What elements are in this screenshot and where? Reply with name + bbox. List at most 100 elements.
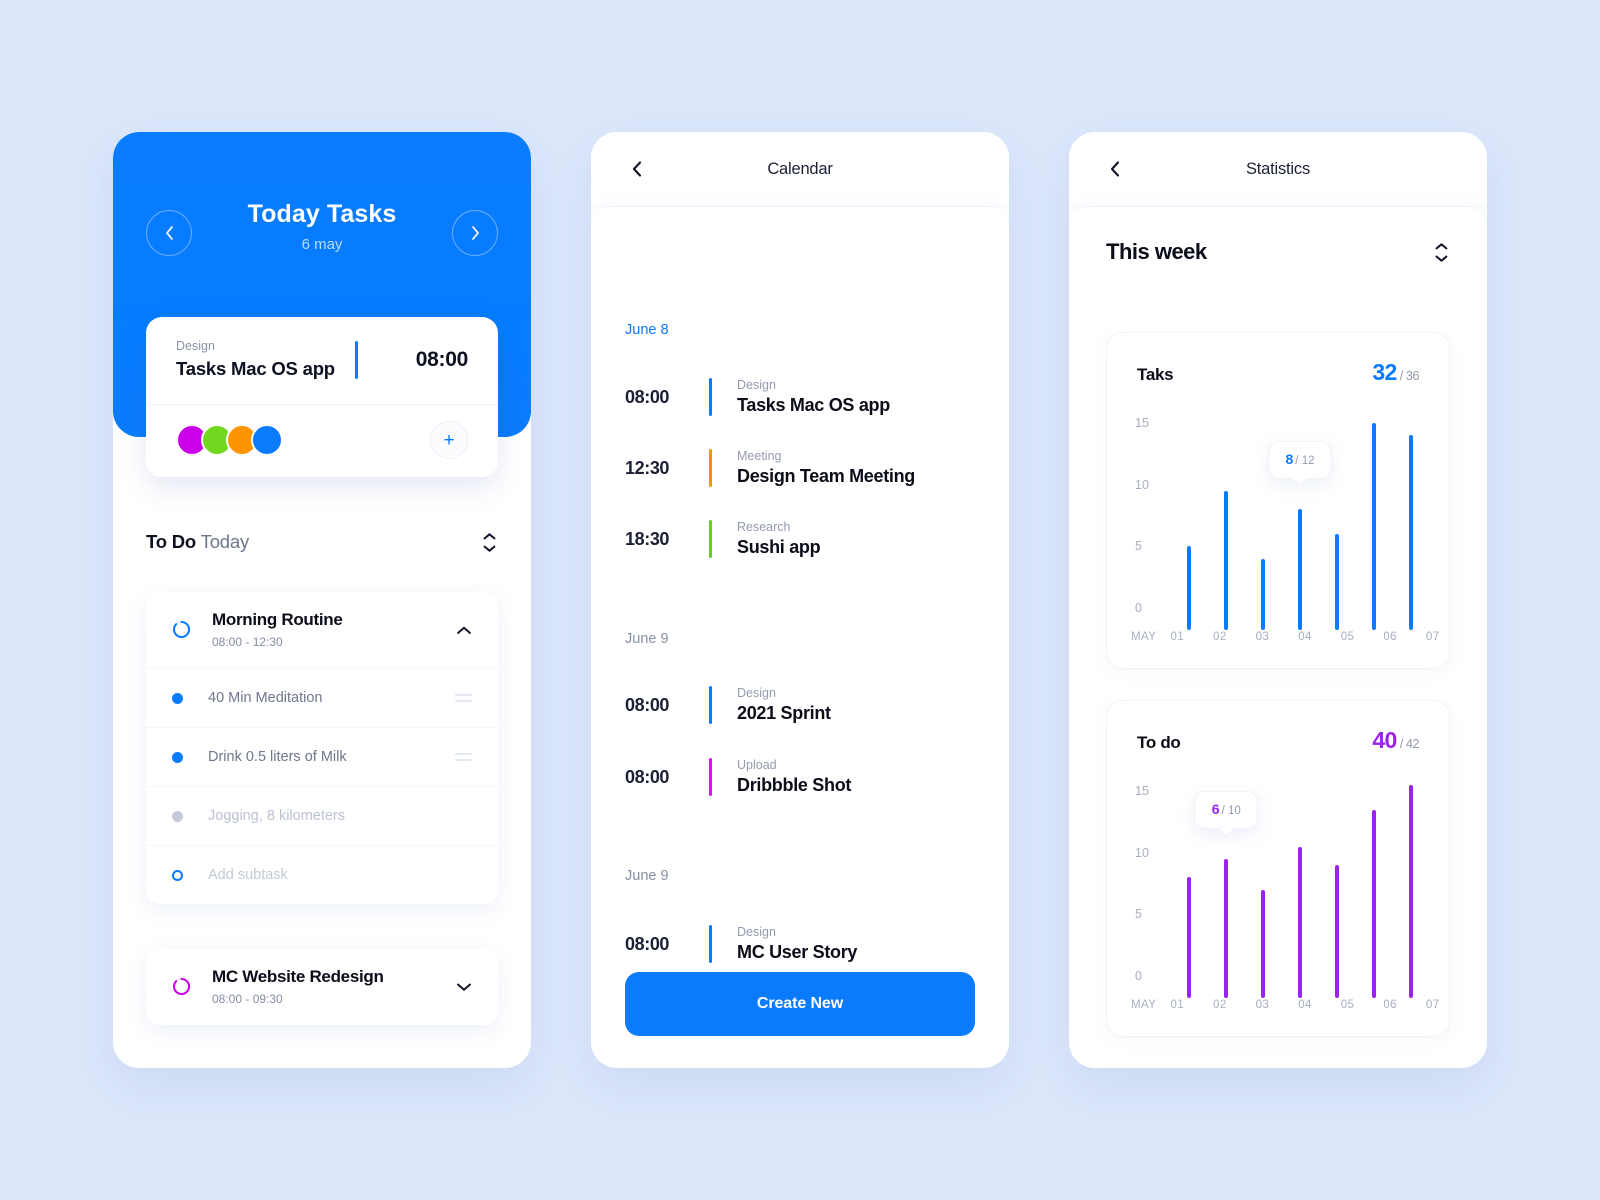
- todo-title-normal: Today: [200, 531, 250, 552]
- stat-card-header: Taks 32/ 36: [1107, 333, 1449, 386]
- bar-column[interactable]: [1176, 445, 1202, 630]
- week-sort-button[interactable]: [1432, 237, 1450, 267]
- calendar-event-row[interactable]: 08:00 Upload Dribbble Shot: [591, 758, 1009, 796]
- subtask-status-dot[interactable]: [172, 751, 183, 763]
- bar-column[interactable]: [1324, 813, 1350, 998]
- drag-handle-icon[interactable]: [455, 753, 472, 761]
- y-axis-tick: 0: [1135, 601, 1142, 615]
- subtask-label: 40 Min Meditation: [208, 690, 323, 706]
- y-axis: 15 10 5 0: [1135, 416, 1165, 615]
- stat-card-title: To do: [1137, 733, 1181, 752]
- calendar-topbar: Calendar: [591, 132, 1009, 207]
- bar[interactable]: [1334, 534, 1339, 630]
- featured-task-card[interactable]: Design Tasks Mac OS app 08:00 +: [146, 317, 498, 477]
- subtask-row[interactable]: 40 Min Meditation: [146, 668, 498, 727]
- bar-column[interactable]: [1213, 445, 1239, 630]
- bar[interactable]: [1261, 889, 1266, 998]
- task-name: MC Website Redesign: [212, 967, 384, 986]
- task-card-header[interactable]: MC Website Redesign 08:00 - 09:30: [146, 949, 498, 1025]
- calendar-event-row[interactable]: 12:30 Meeting Design Team Meeting: [591, 449, 1009, 487]
- y-axis-tick: 5: [1135, 907, 1142, 922]
- prev-day-button[interactable]: [146, 210, 192, 256]
- bar-column[interactable]: [1176, 813, 1202, 998]
- event-color-bar: [709, 520, 712, 558]
- event-color-bar: [709, 449, 712, 487]
- stat-card-value: 40/ 42: [1372, 727, 1419, 754]
- x-axis-tick: 07: [1425, 999, 1440, 1011]
- add-subtask-icon[interactable]: [172, 869, 183, 881]
- bar-column[interactable]: [1361, 809, 1387, 998]
- bar-column[interactable]: [1398, 784, 1424, 998]
- subtask-list: 40 Min Meditation Drink 0.5 liters of Mil…: [146, 668, 498, 904]
- bar[interactable]: [1187, 877, 1192, 998]
- stat-value-total: / 36: [1399, 368, 1420, 383]
- x-axis-tick: 03: [1255, 999, 1270, 1011]
- task-card-texts: Morning Routine 08:00 - 12:30: [212, 610, 456, 649]
- subtask-status-dot[interactable]: [172, 692, 183, 704]
- subtask-status-dot[interactable]: [172, 810, 183, 822]
- bar[interactable]: [1187, 546, 1192, 630]
- bar-column[interactable]: [1250, 813, 1276, 998]
- x-axis-tick: 01: [1170, 631, 1185, 643]
- bar[interactable]: [1334, 865, 1339, 998]
- subtask-row[interactable]: Add subtask: [146, 845, 498, 904]
- task-card-header[interactable]: Morning Routine 08:00 - 12:30: [146, 592, 498, 668]
- create-new-button[interactable]: Create New: [625, 972, 975, 1036]
- event-time: 08:00: [625, 933, 670, 954]
- bar[interactable]: [1224, 490, 1229, 630]
- x-axis-tick: 05: [1340, 999, 1355, 1011]
- bar[interactable]: [1298, 846, 1302, 998]
- stat-value-total: / 42: [1399, 736, 1420, 751]
- tooltip-value: 8: [1285, 451, 1294, 468]
- event-category: Design: [737, 686, 776, 700]
- bar[interactable]: [1298, 509, 1302, 630]
- calendar-event-row[interactable]: 08:00 Design MC User Story: [591, 925, 1009, 963]
- bar[interactable]: [1371, 809, 1376, 998]
- progress-ring-icon: [172, 620, 191, 639]
- x-axis-tick: 01: [1170, 999, 1185, 1011]
- featured-task-category: Design: [176, 339, 215, 353]
- featured-task-time: 08:00: [415, 347, 469, 371]
- y-axis-tick: 0: [1135, 969, 1142, 983]
- add-member-button[interactable]: +: [430, 421, 468, 459]
- week-label: This week: [1106, 239, 1207, 264]
- todo-title-bold: To Do: [146, 531, 197, 552]
- subtask-row[interactable]: Drink 0.5 liters of Milk: [146, 727, 498, 786]
- bar[interactable]: [1261, 558, 1266, 630]
- task-card-morning-routine[interactable]: Morning Routine 08:00 - 12:30 40 Min Med…: [146, 592, 498, 904]
- todo-sort-button[interactable]: [480, 527, 498, 557]
- calendar-event-row[interactable]: 08:00 Design Tasks Mac OS app: [591, 378, 1009, 416]
- event-category: Design: [737, 378, 776, 392]
- bar-column[interactable]: [1361, 423, 1387, 630]
- x-axis-tick: 06: [1383, 999, 1397, 1011]
- calendar-event-row[interactable]: 18:30 Research Sushi app: [591, 520, 1009, 558]
- x-axis-tick: 02: [1213, 631, 1227, 643]
- event-time: 18:30: [625, 528, 670, 549]
- event-texts: Design 2021 Sprint: [737, 686, 975, 724]
- member-swatch[interactable]: [251, 424, 283, 456]
- next-day-button[interactable]: [452, 210, 498, 256]
- calendar-event-row[interactable]: 08:00 Design 2021 Sprint: [591, 686, 1009, 724]
- task-card-mc-website-redesign[interactable]: MC Website Redesign 08:00 - 09:30: [146, 949, 498, 1025]
- bar-column[interactable]: [1213, 813, 1239, 998]
- bar[interactable]: [1371, 423, 1376, 630]
- expand-chevron-down-icon[interactable]: [456, 979, 472, 995]
- event-color-bar: [709, 758, 712, 796]
- x-axis-tick: 03: [1255, 631, 1270, 643]
- bar[interactable]: [1408, 435, 1413, 630]
- chevron-right-icon: [471, 226, 479, 240]
- bar-column[interactable]: [1398, 435, 1424, 630]
- x-axis-tick: 06: [1383, 631, 1397, 643]
- drag-handle-icon[interactable]: [455, 694, 472, 702]
- bar[interactable]: [1408, 784, 1413, 998]
- collapse-chevron-up-icon[interactable]: [456, 622, 472, 638]
- bar[interactable]: [1224, 858, 1229, 998]
- stat-card-taks: Taks 32/ 36 15 10 5 0 8/ 12 MAY 01 02 03 04 05 06 07: [1106, 332, 1450, 669]
- subtask-row[interactable]: Jogging, 8 kilometers: [146, 786, 498, 845]
- y-axis-tick: 10: [1135, 477, 1149, 492]
- stat-card-value: 32/ 36: [1372, 359, 1419, 386]
- y-axis: 15 10 5 0: [1135, 784, 1165, 983]
- week-selector[interactable]: This week: [1106, 237, 1450, 267]
- tooltip-total: / 10: [1221, 804, 1241, 817]
- bar-column[interactable]: [1287, 813, 1313, 998]
